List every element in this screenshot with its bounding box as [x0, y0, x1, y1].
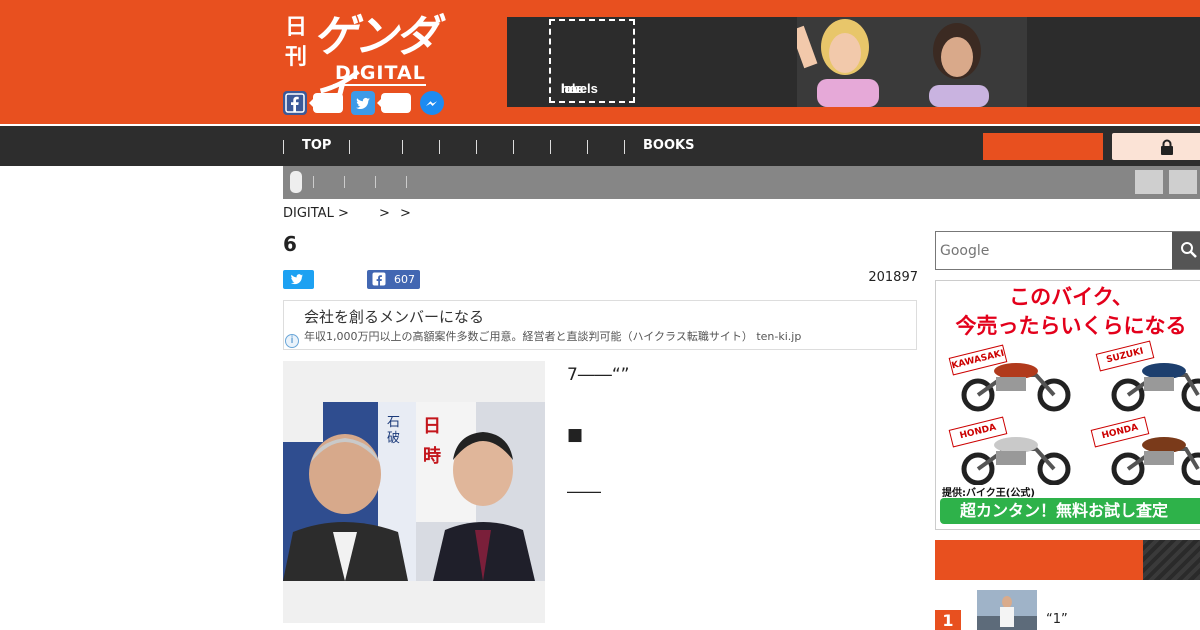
nav-divider [587, 140, 588, 154]
bike-ad-headline-line2: 今売ったらいくらになる [955, 314, 1187, 338]
article-photo-frame: 石 破 日 時 [283, 361, 545, 623]
facebook-like-button[interactable]: 607 [367, 270, 420, 289]
header-ad-banner[interactable]: love has no labels [507, 17, 1200, 107]
article-body-line: ■ [567, 425, 584, 445]
search-button[interactable] [1172, 232, 1200, 269]
nav-divider [349, 140, 350, 154]
nav-item-top[interactable]: TOP [302, 138, 331, 153]
lock-icon [1161, 139, 1173, 155]
svg-text:石: 石 [387, 415, 400, 430]
facebook-count-bubble [309, 93, 343, 113]
facebook-icon[interactable] [283, 91, 307, 115]
article-body-line: 7――“” [567, 365, 630, 385]
ad-photo-child-left [797, 17, 907, 107]
breadcrumb: DIGITAL > > > [283, 206, 417, 221]
subnav-divider [375, 176, 376, 188]
site-header: 日刊 ゲンダイ DIGITAL love has no labels [0, 0, 1200, 124]
bike-ad-headline: このバイク、 今売ったらいくらになる [936, 283, 1200, 341]
nav-divider [283, 140, 284, 154]
article-photo[interactable]: 石 破 日 時 [283, 402, 545, 581]
site-search [935, 231, 1200, 270]
svg-text:時: 時 [423, 446, 441, 467]
nav-divider [439, 140, 440, 154]
twitter-icon [291, 274, 303, 285]
nav-item-books[interactable]: BOOKS [643, 138, 694, 153]
bike-ad[interactable]: このバイク、 今売ったらいくらになる KAWASAKI SUZUKI HONDA… [935, 280, 1200, 530]
ad-info-icon[interactable]: i [285, 334, 299, 348]
twitter-icon[interactable] [351, 91, 375, 115]
site-logo[interactable]: 日刊 ゲンダイ DIGITAL [283, 10, 463, 116]
nav-divider [550, 140, 551, 154]
love-has-no-labels-logo: love has no labels [549, 19, 635, 103]
nav-divider [476, 140, 477, 154]
breadcrumb-separator: > [379, 206, 390, 221]
svg-text:破: 破 [387, 431, 400, 446]
subnav-button[interactable] [1135, 170, 1163, 194]
bike-ad-credit: 提供:バイク王(公式) [942, 488, 1035, 499]
search-icon [1181, 242, 1197, 258]
login-button[interactable] [1112, 133, 1200, 160]
ranking-thumbnail[interactable] [977, 590, 1037, 630]
logo-sub: DIGITAL [333, 62, 426, 86]
article-title: 6 [283, 232, 297, 256]
main-nav: TOP BOOKS [0, 124, 1200, 166]
text-ad[interactable]: 会社を創るメンバーになる 年収1,000万円以上の高額案件多数ご用意。経営者と直… [283, 300, 917, 350]
ad-word: labels [561, 81, 598, 96]
subscribe-button[interactable] [983, 133, 1103, 160]
bike-ad-cta[interactable]: 超カンタン！無料お試し査定 [940, 498, 1200, 524]
ranking-title[interactable]: “1” [1046, 612, 1068, 627]
page: 日刊 ゲンダイ DIGITAL love has no labels TOP B… [0, 0, 1200, 630]
nav-divider [624, 140, 625, 154]
subnav-handle[interactable] [290, 171, 302, 193]
breadcrumb-separator: > [400, 206, 411, 221]
svg-text:日: 日 [423, 416, 441, 437]
sub-nav [283, 166, 1200, 199]
subnav-divider [313, 176, 314, 188]
tweet-button[interactable] [283, 270, 314, 289]
subnav-button[interactable] [1169, 170, 1197, 194]
article-body-line: ―― [567, 482, 601, 502]
search-input[interactable] [936, 232, 1172, 269]
subnav-divider [406, 176, 407, 188]
bike-ad-headline-line1: このバイク、 [1009, 285, 1133, 309]
nav-divider [402, 140, 403, 154]
ranking-header-stripe [1143, 540, 1200, 580]
ad-photo-child-right [907, 17, 1027, 107]
messenger-icon[interactable] [420, 91, 444, 115]
nav-divider [513, 140, 514, 154]
breadcrumb-root[interactable]: DIGITAL > [283, 206, 349, 221]
twitter-count-bubble [377, 93, 411, 113]
ranking-header-bar [935, 540, 1143, 580]
ranking-number: 1 [935, 610, 961, 630]
text-ad-description: 年収1,000万円以上の高額案件多数ご用意。経営者と直談判可能（ハイクラス転職サ… [304, 330, 802, 343]
article-date: 201897 [868, 270, 918, 285]
text-ad-headline[interactable]: 会社を創るメンバーになる [304, 306, 484, 327]
facebook-like-count: 607 [394, 273, 415, 286]
logo-kanji: 日刊 [284, 14, 307, 70]
facebook-icon [372, 272, 386, 286]
subnav-divider [344, 176, 345, 188]
ranking-header [935, 540, 1200, 580]
